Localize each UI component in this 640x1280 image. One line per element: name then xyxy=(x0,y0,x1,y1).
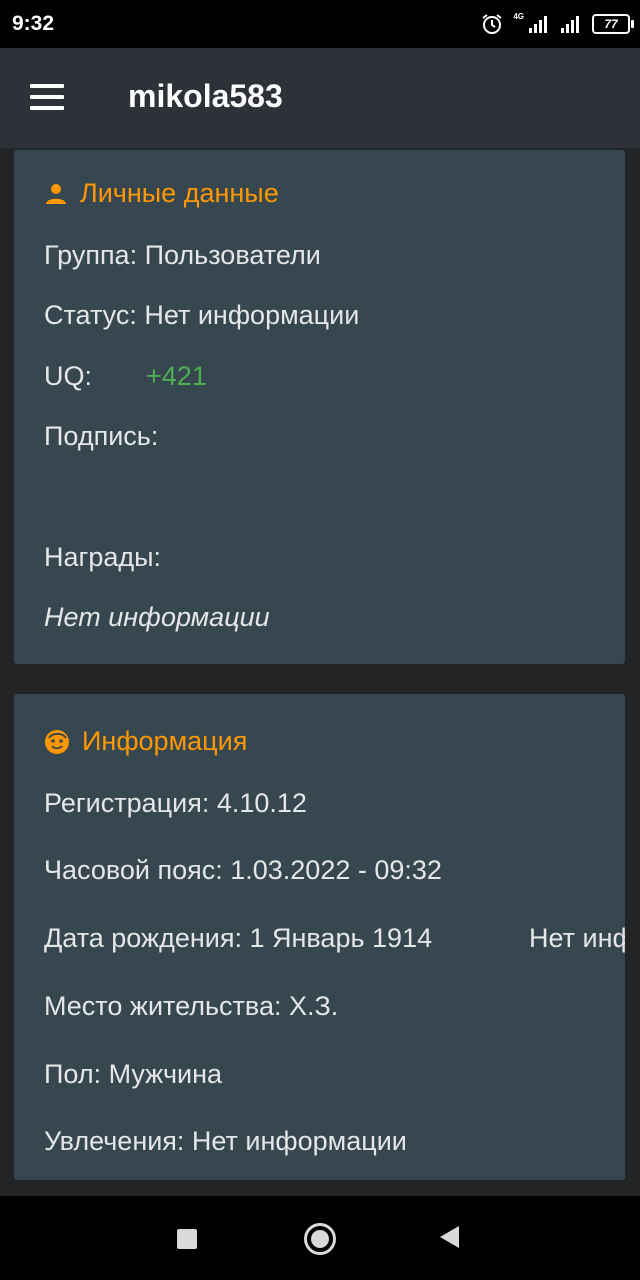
battery-icon: 77 xyxy=(592,14,634,34)
personal-data-title: Личные данные xyxy=(44,178,279,209)
group-row: Группа: Пользователи xyxy=(44,240,321,270)
uq-row: UQ: +421 xyxy=(44,361,207,392)
timezone-row: Часовой пояс: 1.03.2022 - 09:32 xyxy=(44,855,442,885)
birthday-overflow-text: Нет инф xyxy=(529,923,625,953)
hobbies-row: Увлечения: Нет информации xyxy=(44,1126,407,1156)
personal-data-title-text: Личные данные xyxy=(80,178,279,208)
information-title-text: Информация xyxy=(82,726,248,756)
signal-icon-1 xyxy=(529,16,547,33)
status-time: 9:32 xyxy=(12,12,55,35)
square-recents-icon[interactable] xyxy=(177,1229,197,1249)
gender-row: Пол: Мужчина xyxy=(44,1059,223,1089)
registration-row: Регистрация: 4.10.12 xyxy=(44,788,307,818)
signature-label: Подпись: xyxy=(44,421,159,451)
smiley-face-icon xyxy=(45,729,69,754)
signal-icon-2 xyxy=(561,16,579,33)
status-bar: 9:32 4G 77 xyxy=(0,0,640,48)
person-icon xyxy=(46,183,66,204)
page-title: mikola583 xyxy=(128,78,283,114)
birthday-row: Дата рождения: 1 Январь 1914 xyxy=(44,923,433,953)
circle-home-icon[interactable] xyxy=(304,1223,336,1255)
information-title: Информация xyxy=(44,726,247,757)
status-row: Статус: Нет информации xyxy=(44,300,360,330)
information-card: Информация Регистрация: 4.10.12 Часовой … xyxy=(14,694,625,1180)
residence-row: Место жительства: Х.З. xyxy=(44,991,339,1021)
uq-value: +421 xyxy=(146,361,207,391)
triangle-back-icon[interactable] xyxy=(440,1226,459,1248)
status-icons: 4G 77 xyxy=(481,10,634,38)
alarm-icon xyxy=(482,14,502,34)
network-type-label: 4G xyxy=(513,11,524,21)
awards-label: Награды: xyxy=(44,542,162,572)
awards-value: Нет информации xyxy=(44,602,270,632)
personal-data-card: Личные данные Группа: Пользователи Стату… xyxy=(14,150,625,664)
hamburger-menu-icon[interactable] xyxy=(30,84,68,114)
app-bar: mikola583 xyxy=(0,48,640,148)
uq-label: UQ: xyxy=(44,361,93,391)
system-nav-bar xyxy=(0,1196,640,1280)
